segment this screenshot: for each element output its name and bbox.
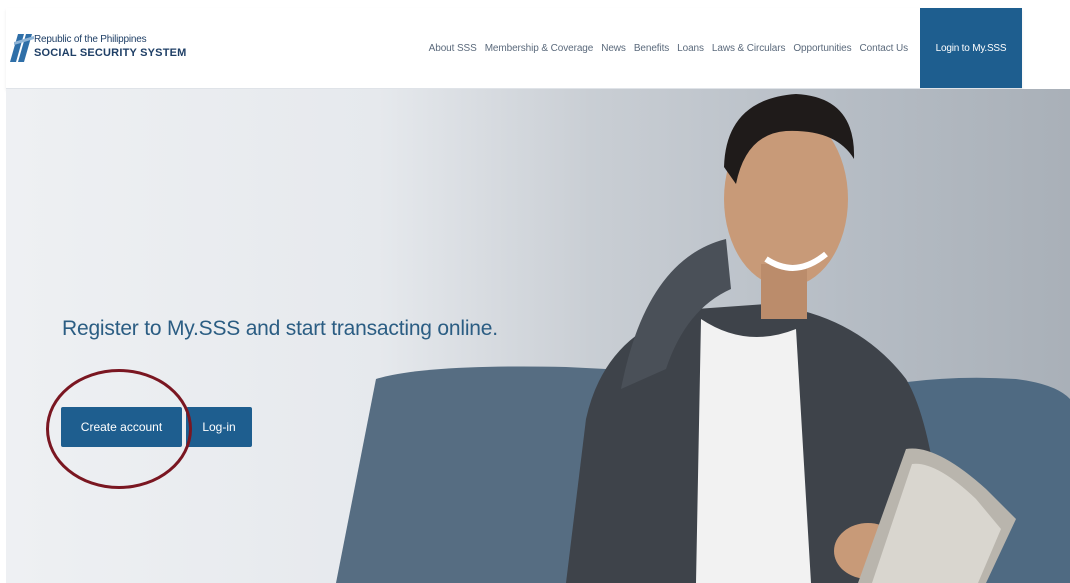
sss-logo[interactable]: Republic of the Philippines SOCIAL SECUR…	[8, 28, 186, 72]
nav-contact-us[interactable]: Contact Us	[860, 43, 909, 54]
nav-membership-coverage[interactable]: Membership & Coverage	[485, 43, 594, 54]
login-mysss-button[interactable]: Login to My.SSS	[920, 8, 1022, 88]
nav-opportunities[interactable]: Opportunities	[793, 43, 851, 54]
sss-logo-icon	[10, 34, 34, 62]
main-nav: About SSS Membership & Coverage News Ben…	[429, 8, 1022, 88]
annotation-circle	[46, 369, 192, 489]
logo-title: SOCIAL SECURITY SYSTEM	[34, 47, 187, 59]
logo-subtitle: Republic of the Philippines	[34, 34, 147, 45]
neck-shape	[761, 264, 807, 319]
nav-laws-circulars[interactable]: Laws & Circulars	[712, 43, 786, 54]
hero-title: Register to My.SSS and start transacting…	[62, 317, 498, 340]
nav-news[interactable]: News	[601, 43, 626, 54]
nav-about-sss[interactable]: About SSS	[429, 43, 477, 54]
nav-loans[interactable]: Loans	[677, 43, 704, 54]
shirt-shape	[696, 319, 811, 583]
hero-banner: Register to My.SSS and start transacting…	[6, 89, 1070, 583]
login-button[interactable]: Log-in	[186, 407, 252, 447]
nav-benefits[interactable]: Benefits	[634, 43, 669, 54]
site-header: Republic of the Philippines SOCIAL SECUR…	[6, 8, 1022, 89]
